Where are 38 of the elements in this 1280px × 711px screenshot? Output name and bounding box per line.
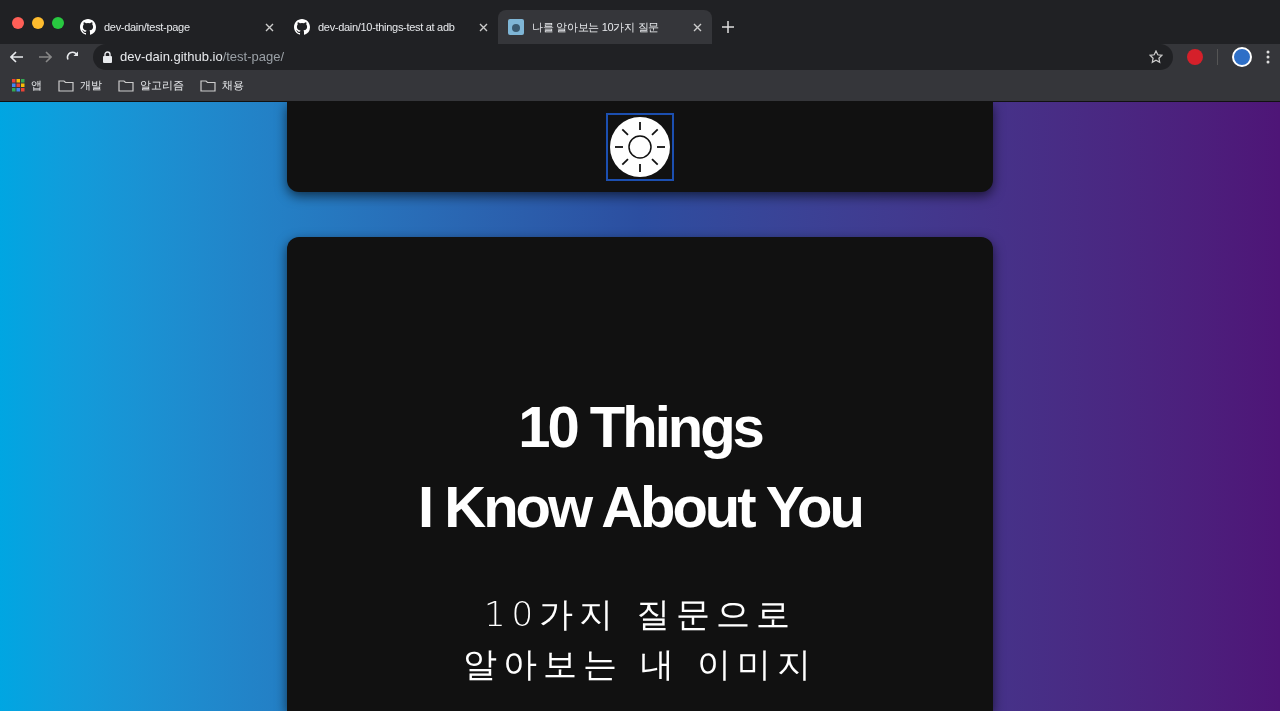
close-tab-icon[interactable]	[479, 22, 488, 32]
browser-tab[interactable]: 나를 알아보는 10가지 질문	[498, 10, 712, 44]
folder-icon	[58, 79, 74, 92]
back-icon[interactable]	[10, 51, 24, 63]
minimize-window-button[interactable]	[32, 17, 44, 29]
title-line: 10 Things	[518, 393, 762, 461]
bookmark-item[interactable]: 채용	[200, 77, 244, 94]
bookmark-star-icon[interactable]	[1149, 50, 1163, 64]
apps-grid-icon	[12, 79, 25, 92]
subtitle-line: 10가지 질문으로	[483, 593, 797, 636]
menu-icon[interactable]	[1266, 50, 1270, 64]
site-icon	[508, 19, 524, 35]
folder-icon	[200, 79, 216, 92]
bookmark-item[interactable]: 개발	[58, 77, 102, 94]
profile-avatar[interactable]	[1232, 47, 1252, 67]
sun-icon	[610, 117, 670, 177]
tab-title: 나를 알아보는 10가지 질문	[532, 19, 659, 35]
close-tab-icon[interactable]	[265, 22, 274, 32]
forward-icon[interactable]	[38, 51, 52, 63]
address-bar[interactable]: dev-dain.github.io/test-page/	[93, 44, 1173, 70]
github-icon	[294, 19, 310, 35]
lock-icon	[103, 51, 112, 63]
folder-icon	[118, 79, 134, 92]
close-tab-icon[interactable]	[693, 22, 702, 32]
close-window-button[interactable]	[12, 17, 24, 29]
tab-title: dev-dain/test-page	[104, 19, 190, 35]
subtitle-line: 알아보는 내 이미지	[463, 643, 817, 686]
maximize-window-button[interactable]	[52, 17, 64, 29]
github-icon	[80, 19, 96, 35]
bookmark-item[interactable]: 앱	[12, 77, 42, 94]
new-tab-icon[interactable]	[722, 21, 734, 33]
browser-tab[interactable]: dev-dain/10-things-test at adb	[284, 10, 498, 44]
bookmark-item[interactable]: 알고리즘	[118, 77, 184, 94]
url-text: dev-dain.github.io/test-page/	[120, 48, 285, 67]
browser-tab[interactable]: dev-dain/test-page	[70, 10, 284, 44]
title-line: I Know About You	[418, 473, 862, 541]
theme-toggle-button[interactable]	[606, 113, 674, 181]
tab-title: dev-dain/10-things-test at adb	[318, 19, 455, 35]
